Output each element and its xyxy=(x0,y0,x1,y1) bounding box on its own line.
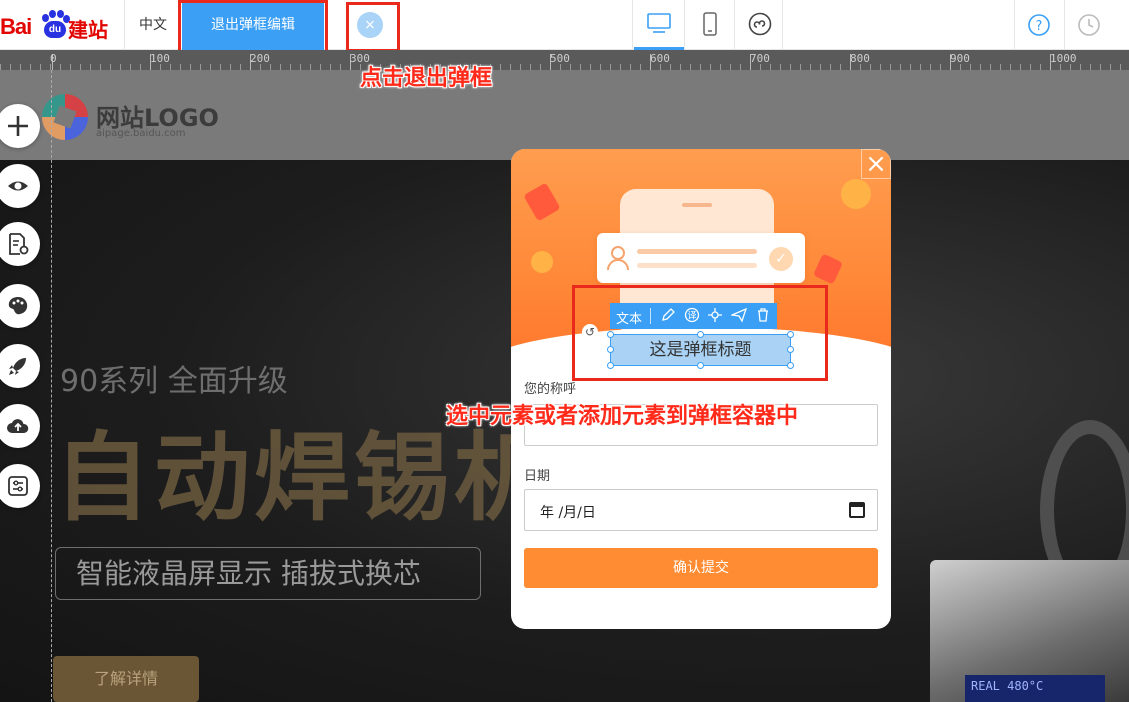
hero-tagline: 智能液晶屏显示 插拔式换芯 xyxy=(55,547,481,600)
resize-handle[interactable] xyxy=(787,346,794,353)
popup-close-button[interactable]: × xyxy=(861,149,891,179)
soldering-station-image: REAL 480°C xyxy=(930,560,1129,702)
user-icon xyxy=(607,246,629,271)
ruler-tick: 600 xyxy=(650,52,670,65)
mobile-icon xyxy=(703,12,717,36)
divider xyxy=(782,0,783,50)
ruler-tick: 1000 xyxy=(1050,52,1077,65)
learn-more-button[interactable]: 了解详情 xyxy=(53,656,199,702)
ruler-tick: 900 xyxy=(950,52,970,65)
move-icon[interactable] xyxy=(707,307,723,323)
submit-button[interactable]: 确认提交 xyxy=(524,548,878,588)
horizontal-ruler: 0 100 200 300 500 600 700 800 900 1000 xyxy=(0,50,1129,70)
resize-handle[interactable] xyxy=(607,346,614,353)
date-field-label: 日期 xyxy=(524,469,551,484)
rotate-handle[interactable]: ↺ xyxy=(582,324,598,340)
resize-handle[interactable] xyxy=(607,331,614,338)
date-placeholder: 年 /月/日 xyxy=(540,505,596,521)
divider xyxy=(1064,0,1065,50)
divider xyxy=(1014,0,1015,50)
delete-icon[interactable] xyxy=(755,307,771,323)
page-settings-icon xyxy=(9,233,29,255)
hero-subtitle: 90系列 全面升级 xyxy=(60,364,288,399)
logo-bai-text: Bai xyxy=(0,14,32,39)
history-icon[interactable] xyxy=(1077,13,1101,37)
svg-text:译: 译 xyxy=(687,311,696,322)
ruler-tick: 700 xyxy=(750,52,770,65)
name-field-label: 您的称呼 xyxy=(524,382,577,397)
resize-handle[interactable] xyxy=(607,362,614,369)
calendar-icon[interactable] xyxy=(849,502,865,518)
rocket-icon xyxy=(9,358,26,375)
exit-popup-edit-button[interactable]: 退出弹框编辑 xyxy=(182,2,324,50)
mobile-view-button[interactable] xyxy=(685,0,735,50)
element-type-label: 文本 xyxy=(616,312,643,327)
svg-text:?: ? xyxy=(1036,19,1043,34)
ruler-tick: 100 xyxy=(150,52,170,65)
preview-icon xyxy=(8,181,28,191)
ruler-tick: 500 xyxy=(550,52,570,65)
help-icon[interactable]: ? xyxy=(1027,13,1051,37)
ruler-tick: 800 xyxy=(850,52,870,65)
baidu-jianzhan-logo[interactable]: Bai du 建站 xyxy=(0,8,118,42)
ruler-tick: 200 xyxy=(250,52,270,65)
ruler-tick: 0 xyxy=(50,52,57,65)
popup-dialog[interactable]: ✓ × 您的称呼 日期 年 /月/日 确认提交 xyxy=(511,149,891,629)
mini-program-icon xyxy=(748,12,772,36)
element-toolbar: 文本 译 xyxy=(610,303,777,329)
add-icon xyxy=(8,116,28,136)
resize-handle[interactable] xyxy=(787,331,794,338)
date-input[interactable]: 年 /月/日 xyxy=(524,489,878,531)
annotation-exit-hint: 点击退出弹框 xyxy=(360,66,493,91)
upload-cloud-icon xyxy=(7,419,29,433)
desktop-view-button[interactable] xyxy=(634,0,684,50)
resize-handle[interactable] xyxy=(787,362,794,369)
station-lcd: REAL 480°C xyxy=(965,675,1105,702)
resize-handle[interactable] xyxy=(697,331,704,338)
popup-illustration-card: ✓ xyxy=(597,233,805,283)
annotation-select-hint: 选中元素或者添加元素到弹框容器中 xyxy=(446,404,799,429)
send-icon[interactable] xyxy=(731,307,747,323)
logo-du-text: du xyxy=(44,21,66,38)
check-icon: ✓ xyxy=(769,247,793,271)
guide-line xyxy=(51,70,52,702)
translate-icon[interactable]: 译 xyxy=(684,307,700,323)
baidu-paw-icon: du xyxy=(40,10,70,38)
exit-popup-close-button[interactable]: × xyxy=(357,12,383,38)
divider xyxy=(632,0,633,50)
site-logo-subtext: aipage.baidu.com xyxy=(96,128,186,139)
top-bar: Bai du 建站 中文 退出弹框编辑 × ? xyxy=(0,0,1129,56)
desktop-icon xyxy=(647,13,671,33)
sliders-icon xyxy=(8,476,28,496)
logo-jianzhan-text: 建站 xyxy=(68,18,108,42)
edit-icon[interactable] xyxy=(660,307,676,323)
site-logo-icon xyxy=(42,94,88,140)
mini-program-view-button[interactable] xyxy=(735,0,785,50)
resize-handle[interactable] xyxy=(697,362,704,369)
theme-icon xyxy=(8,297,28,315)
language-switch[interactable]: 中文 xyxy=(124,0,182,50)
